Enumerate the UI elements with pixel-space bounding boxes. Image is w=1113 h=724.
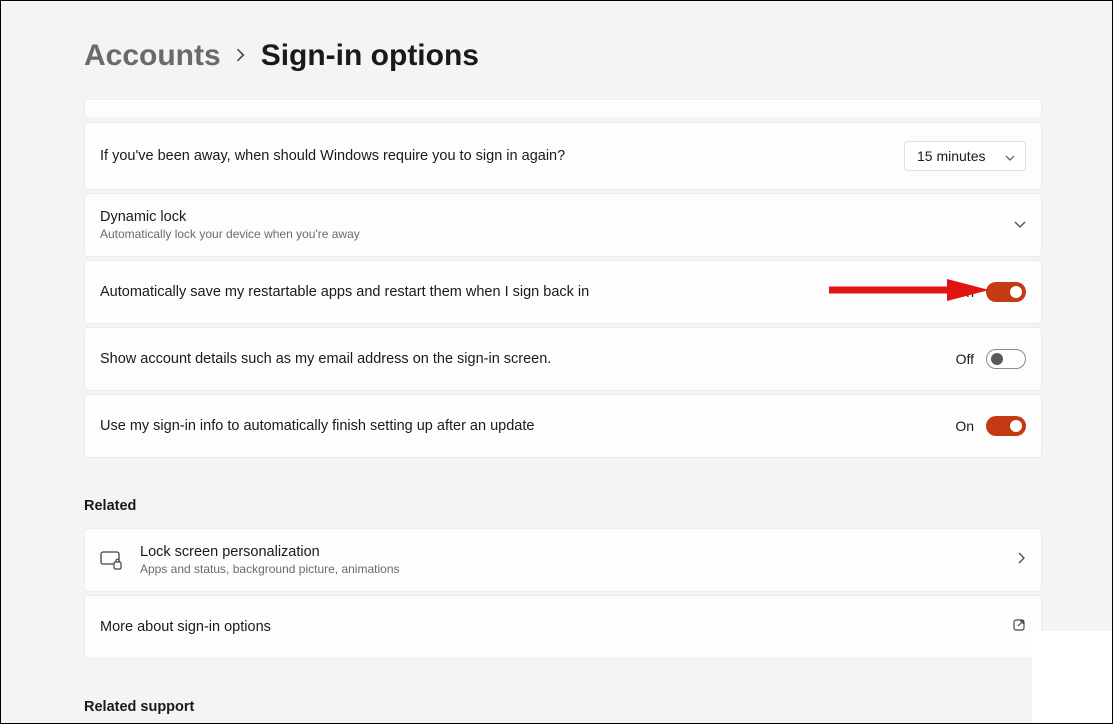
dropdown-value: 15 minutes [917,148,985,164]
setting-show-details: Show account details such as my email ad… [84,327,1042,391]
open-link-icon [1012,618,1026,637]
show-details-toggle[interactable] [986,349,1026,369]
related-lock-screen[interactable]: Lock screen personalization Apps and sta… [84,528,1042,592]
setting-label: Use my sign-in info to automatically fin… [100,418,534,434]
away-timeout-dropdown[interactable]: 15 minutes [904,141,1026,171]
related-sub: Apps and status, background picture, ani… [140,562,400,576]
related-more-about[interactable]: More about sign-in options [84,595,1042,659]
chevron-down-icon [1014,216,1026,234]
toggle-state: On [955,284,974,300]
auto-finish-toggle[interactable] [986,416,1026,436]
monitor-lock-icon [100,549,122,571]
chevron-right-icon [235,45,247,68]
overlay-blank [1032,631,1112,723]
breadcrumb-current: Sign-in options [261,39,479,73]
setting-label: Automatically save my restartable apps a… [100,284,589,300]
setting-auto-finish: Use my sign-in info to automatically fin… [84,394,1042,458]
restart-apps-toggle[interactable] [986,282,1026,302]
related-label: More about sign-in options [100,619,271,635]
toggle-state: On [955,418,974,434]
breadcrumb: Accounts Sign-in options [84,39,1043,73]
setting-away-signin[interactable]: If you've been away, when should Windows… [84,122,1042,190]
panel-edge [84,99,1042,119]
setting-restart-apps: Automatically save my restartable apps a… [84,260,1042,324]
breadcrumb-parent[interactable]: Accounts [84,39,221,73]
setting-label: Show account details such as my email ad… [100,351,551,367]
setting-dynamic-lock[interactable]: Dynamic lock Automatically lock your dev… [84,193,1042,257]
setting-title: Dynamic lock [100,209,360,225]
related-title: Lock screen personalization [140,544,400,560]
setting-sub: Automatically lock your device when you'… [100,227,360,241]
related-heading: Related [84,498,1043,514]
related-support-heading: Related support [84,699,1043,715]
toggle-state: Off [956,351,974,367]
setting-label: If you've been away, when should Windows… [100,148,565,164]
chevron-right-icon [1018,551,1026,569]
chevron-down-icon [1005,148,1015,164]
